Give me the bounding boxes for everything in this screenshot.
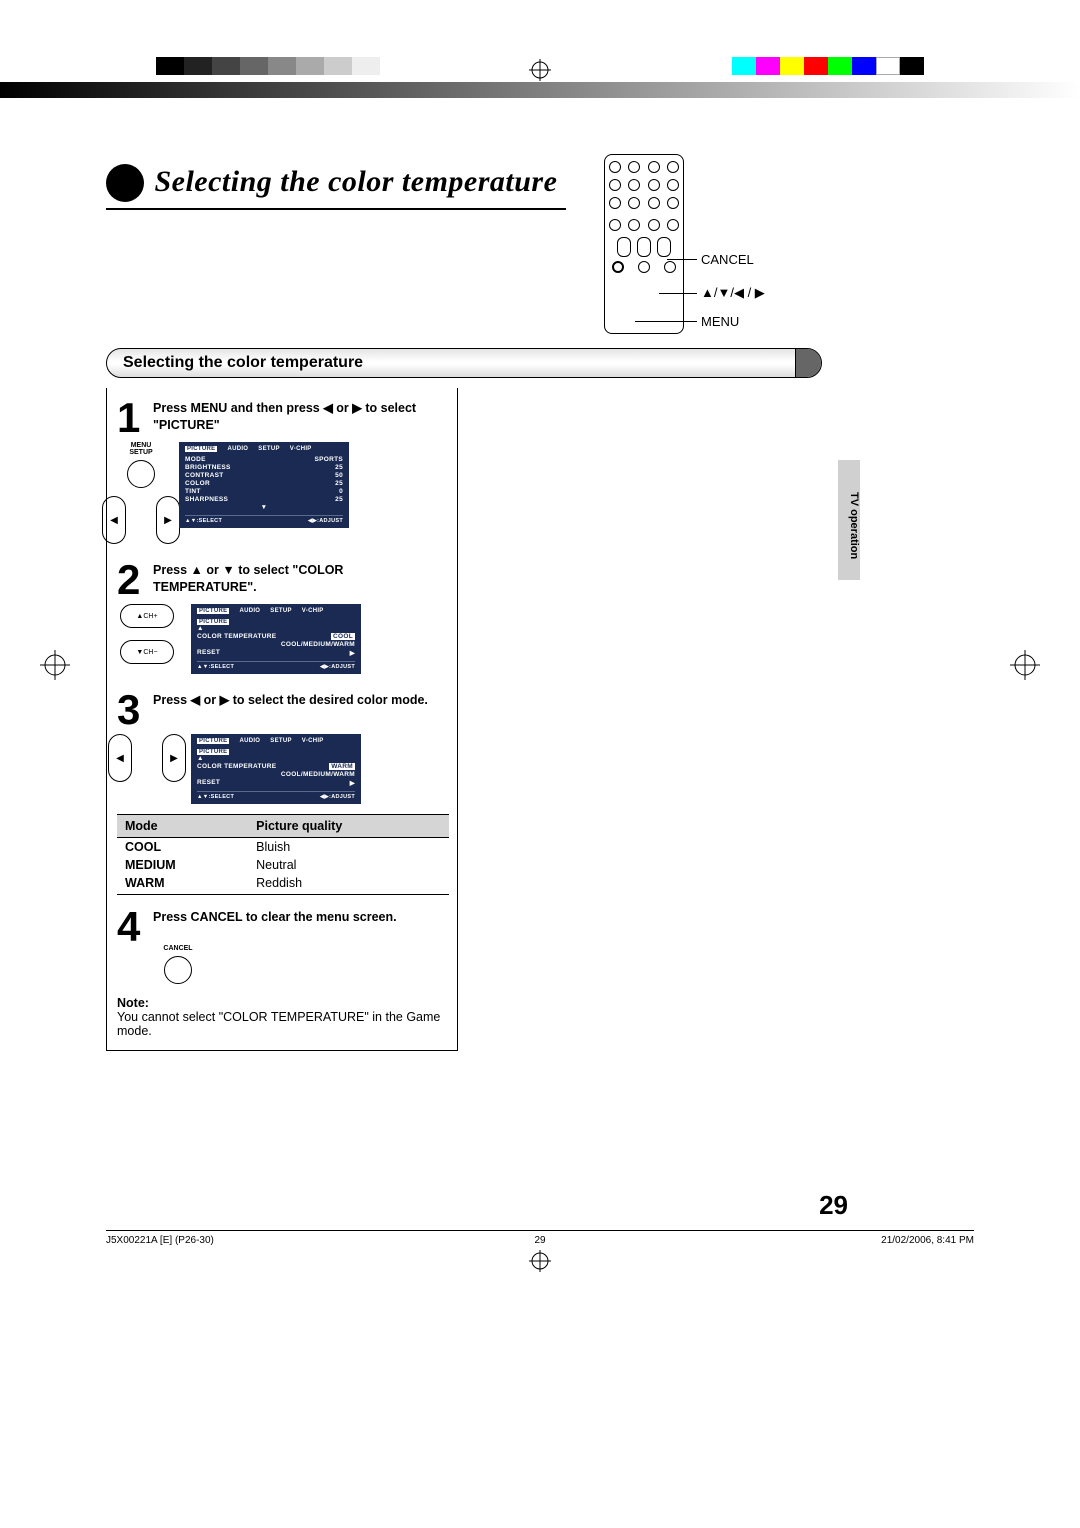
step-instruction: Press ◀ or ▶ to select the desired color… (153, 692, 447, 709)
ch-down-button-icon: ▼CH− (120, 640, 174, 664)
table-row: MEDIUMNeutral (117, 856, 449, 874)
remote-label-menu: MENU (701, 314, 739, 329)
osd-screen-1: PICTUREAUDIOSETUPV-CHIP MODESPORTS BRIGH… (179, 442, 349, 528)
table-row: WARMReddish (117, 874, 449, 895)
step-1: 1 Press MENU and then press ◀ or ▶ to se… (117, 400, 447, 544)
down-arrow-icon: ▼ (222, 563, 234, 577)
note: Note: You cannot select "COLOR TEMPERATU… (117, 996, 447, 1038)
button-label: CANCEL (163, 945, 192, 952)
table-header: Mode (117, 815, 248, 838)
section-header: Selecting the color temperature (106, 348, 822, 378)
footer-center: 29 (534, 1235, 545, 1246)
footer-left: J5X00221A [E] (P26-30) (106, 1235, 214, 1246)
note-label: Note: (117, 996, 149, 1010)
steps-panel: 1 Press MENU and then press ◀ or ▶ to se… (106, 388, 458, 1051)
registration-bar (0, 57, 1080, 83)
title-text: Selecting the color temperature (154, 165, 557, 198)
nav-left-button-icon: ◀ (102, 496, 126, 544)
step-number: 4 (117, 909, 149, 945)
grayscale-swatches (156, 57, 380, 75)
nav-right-button-icon: ▶ (156, 496, 180, 544)
button-label: SETUP (129, 449, 152, 456)
osd-screen-3: PICTUREAUDIOSETUPV-CHIP PICTURE ▲ COLOR … (191, 734, 361, 804)
section-header-text: Selecting the color temperature (123, 354, 363, 372)
title-bullet-icon (106, 164, 144, 202)
nav-right-button-icon: ▶ (162, 734, 186, 782)
remote-label-arrows: ▲/▼/◀ / ▶ (701, 285, 765, 301)
step-4: 4 Press CANCEL to clear the menu screen.… (117, 909, 447, 984)
page-number: 29 (819, 1190, 848, 1221)
button-label: MENU (131, 442, 152, 449)
crosshair-icon (529, 1250, 551, 1272)
right-arrow-icon: ▶ (352, 401, 362, 415)
step-number: 2 (117, 562, 149, 598)
step-instruction: Press CANCEL to clear the menu screen. (153, 909, 447, 926)
up-arrow-icon: ▲ (191, 563, 203, 577)
ch-up-button-icon: ▲CH+ (120, 604, 174, 628)
manual-page: Selecting the color temperature CANCEL ▲… (0, 0, 1080, 1528)
step-3: 3 Press ◀ or ▶ to select the desired col… (117, 692, 447, 895)
remote-illustration: CANCEL ▲/▼/◀ / ▶ MENU (604, 154, 684, 334)
nav-left-button-icon: ◀ (108, 734, 132, 782)
mode-table: Mode Picture quality COOLBluish MEDIUMNe… (117, 814, 449, 895)
page-title: Selecting the color temperature (106, 165, 566, 210)
left-arrow-icon: ◀ (191, 693, 201, 707)
left-arrow-icon: ◀ (323, 401, 333, 415)
chapter-tab: TV operation (838, 460, 860, 580)
title-underline (106, 208, 566, 210)
section-header-cap (795, 349, 821, 377)
up-arrow-icon: ▲ (197, 625, 355, 632)
note-body: You cannot select "COLOR TEMPERATURE" in… (117, 1010, 440, 1038)
leader-line (635, 321, 697, 322)
menu-button-icon (127, 460, 155, 488)
leader-line (659, 293, 697, 294)
step-number: 3 (117, 692, 149, 728)
down-arrow-icon: ▼ (185, 504, 343, 511)
leader-line (667, 259, 697, 260)
table-header: Picture quality (248, 815, 449, 838)
footer-right: 21/02/2006, 8:41 PM (881, 1235, 974, 1246)
crosshair-icon (1010, 650, 1040, 680)
crosshair-icon (529, 59, 551, 81)
up-arrow-icon: ▲ (197, 755, 355, 762)
step-instruction: Press MENU and then press ◀ or ▶ to sele… (153, 400, 447, 434)
cancel-button-icon (164, 956, 192, 984)
color-swatches (732, 57, 924, 75)
crosshair-icon (40, 650, 70, 680)
step-2: 2 Press ▲ or ▼ to select "COLOR TEMPERAT… (117, 562, 447, 674)
step-number: 1 (117, 400, 149, 436)
print-footer: J5X00221A [E] (P26-30) 29 21/02/2006, 8:… (106, 1230, 974, 1246)
step-instruction: Press ▲ or ▼ to select "COLOR TEMPERATUR… (153, 562, 447, 596)
right-arrow-icon: ▶ (220, 693, 230, 707)
gradient-bar (0, 82, 1080, 98)
remote-label-cancel: CANCEL (701, 252, 754, 267)
osd-screen-2: PICTUREAUDIOSETUPV-CHIP PICTURE ▲ COLOR … (191, 604, 361, 674)
table-row: COOLBluish (117, 838, 449, 857)
